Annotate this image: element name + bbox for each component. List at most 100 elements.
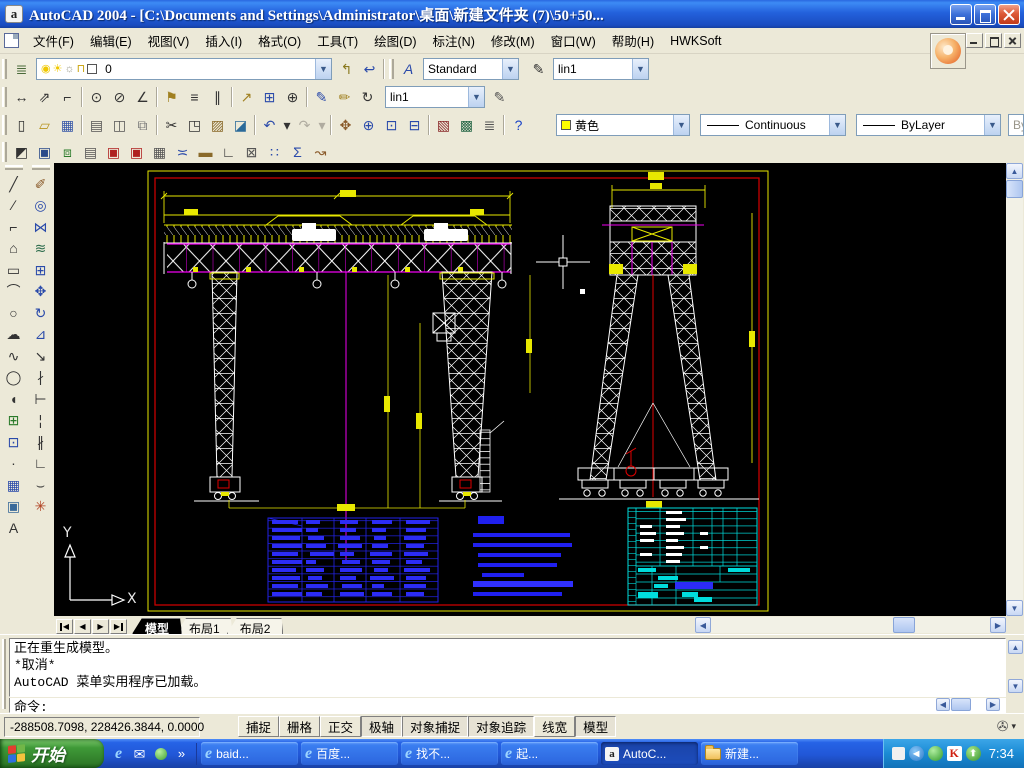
plot-preview-icon[interactable]: ◫: [108, 114, 131, 136]
radius-dimension-icon[interactable]: ⊙: [85, 86, 108, 108]
command-window-grip[interactable]: [2, 639, 6, 709]
revision-cloud-icon[interactable]: ☁: [2, 324, 25, 346]
kaspersky-icon[interactable]: K: [947, 746, 962, 761]
dim-style-dropdown-icon[interactable]: ▼: [632, 59, 648, 79]
hwk-ruler-icon[interactable]: ▬: [194, 141, 217, 163]
hwk-image-1-icon[interactable]: ▣: [102, 141, 125, 163]
mdi-restore-button[interactable]: [985, 33, 1002, 48]
continue-dimension-icon[interactable]: ∥: [206, 86, 229, 108]
toggle-otrack[interactable]: 对象追踪: [468, 716, 534, 737]
scroll-down-icon[interactable]: ▼: [1006, 600, 1023, 616]
vertical-scroll-thumb[interactable]: [1006, 180, 1023, 198]
tab-layout2[interactable]: 布局2: [227, 618, 284, 634]
layer-previous-icon[interactable]: ↩: [358, 58, 381, 80]
hwk-dim-123-icon[interactable]: ≍: [171, 141, 194, 163]
layers-manager-icon[interactable]: ≣: [10, 58, 33, 80]
cut-icon[interactable]: ✂: [160, 114, 183, 136]
linetype-control-combo[interactable]: Continuous ▼: [700, 114, 846, 136]
explode-icon[interactable]: ✳: [29, 496, 52, 518]
undo-dropdown-icon[interactable]: ▾: [281, 114, 293, 136]
dimension-style-icon[interactable]: ✎: [488, 86, 511, 108]
taskbar-button-autocad[interactable]: a AutoC...: [601, 742, 698, 765]
coordinate-display[interactable]: -288508.7098, 228426.3844, 0.0000: [4, 717, 200, 737]
help-icon[interactable]: ?: [507, 114, 530, 136]
redo-dropdown-icon[interactable]: ▾: [316, 114, 328, 136]
command-scroll-thumb[interactable]: [951, 698, 971, 711]
hwksoft-logo-button[interactable]: [930, 33, 966, 69]
last-tab-button[interactable]: ▶: [110, 619, 127, 634]
horizontal-scroll-thumb[interactable]: [893, 617, 915, 633]
break-at-point-icon[interactable]: ¦: [29, 410, 52, 432]
first-tab-button[interactable]: ◀: [56, 619, 73, 634]
layer-combo-dropdown-icon[interactable]: ▼: [315, 59, 331, 79]
offset-icon[interactable]: ≋: [29, 238, 52, 260]
publish-icon[interactable]: ⧉: [131, 114, 154, 136]
zoom-realtime-icon[interactable]: ⊕: [357, 114, 380, 136]
region-icon[interactable]: ▣: [2, 496, 25, 518]
zoom-window-icon[interactable]: ⊡: [380, 114, 403, 136]
lineweight-dropdown-icon[interactable]: ▼: [984, 115, 1000, 135]
start-button[interactable]: 开始: [0, 739, 104, 768]
taskbar-button-qi[interactable]: e 起...: [501, 742, 598, 765]
mdi-close-button[interactable]: [1004, 33, 1021, 48]
hwk-hatch-icon[interactable]: ▦: [148, 141, 171, 163]
erase-icon[interactable]: ✐: [29, 173, 52, 195]
scale-icon[interactable]: ⊿: [29, 324, 52, 346]
toggle-model-space[interactable]: 模型: [575, 716, 616, 737]
extend-icon[interactable]: ⊢: [29, 388, 52, 410]
new-file-icon[interactable]: ▯: [10, 114, 33, 136]
menu-draw[interactable]: 绘图(D): [366, 28, 424, 53]
layer-combo[interactable]: ◉ ☀ ☼ ⊓ 0 ▼: [36, 58, 332, 80]
color-control-combo[interactable]: 黄色 ▼: [556, 114, 690, 136]
tray-app-icon[interactable]: [928, 746, 943, 761]
chamfer-icon[interactable]: ∟: [29, 453, 52, 475]
menu-format[interactable]: 格式(O): [250, 28, 309, 53]
baseline-dimension-icon[interactable]: ≡: [183, 86, 206, 108]
quicklaunch-overflow-icon[interactable]: »: [171, 743, 192, 765]
diameter-dimension-icon[interactable]: ⊘: [108, 86, 131, 108]
hwk-box-icon[interactable]: ⊠: [240, 141, 263, 163]
center-mark-icon[interactable]: ⊕: [281, 86, 304, 108]
scroll-right-icon[interactable]: ▶: [990, 617, 1006, 633]
horizontal-scrollbar[interactable]: [695, 617, 1006, 633]
point-icon[interactable]: ·: [2, 453, 25, 475]
rotate-icon[interactable]: ↻: [29, 302, 52, 324]
hwk-angle-icon[interactable]: ∟: [217, 141, 240, 163]
match-properties-icon[interactable]: ◪: [229, 114, 252, 136]
hwk-note-icon[interactable]: ∷: [263, 141, 286, 163]
move-icon[interactable]: ✥: [29, 281, 52, 303]
line-icon[interactable]: ╱: [2, 173, 25, 195]
ie-quicklaunch-icon[interactable]: e: [108, 743, 129, 765]
command-scroll-left-icon[interactable]: ◀: [936, 698, 950, 711]
vertical-scrollbar[interactable]: [1006, 163, 1023, 616]
undo-icon[interactable]: ↶: [258, 114, 281, 136]
dimension-update-icon[interactable]: ↻: [356, 86, 379, 108]
zoom-previous-icon[interactable]: ⊟: [403, 114, 426, 136]
tab-layout1[interactable]: 布局1: [176, 618, 233, 634]
status-menu-arrow-icon[interactable]: ▾: [1011, 721, 1016, 732]
hide-tray-icons-chevron[interactable]: ◀: [909, 746, 924, 761]
menu-insert[interactable]: 插入(I): [197, 28, 250, 53]
scroll-up-icon[interactable]: ▲: [1006, 163, 1023, 179]
mail-quicklaunch-icon[interactable]: ✉: [129, 743, 150, 765]
array-icon[interactable]: ⊞: [29, 259, 52, 281]
taskbar-button-search[interactable]: e 找不...: [401, 742, 498, 765]
toggle-polar[interactable]: 极轴: [361, 716, 402, 737]
markup-icon[interactable]: ▧: [432, 114, 455, 136]
trim-icon[interactable]: ∤: [29, 367, 52, 389]
dimension-style-combo[interactable]: lin1 ▼: [385, 86, 485, 108]
make-object-layer-current-icon[interactable]: ↰: [335, 58, 358, 80]
menu-tools[interactable]: 工具(T): [309, 28, 366, 53]
hwk-sigma-icon[interactable]: Σ: [286, 141, 309, 163]
toolbar-grip[interactable]: [2, 115, 7, 135]
menu-modify[interactable]: 修改(M): [483, 28, 543, 53]
dimension-text-edit-icon[interactable]: ✏: [333, 86, 356, 108]
copy-icon[interactable]: ◳: [183, 114, 206, 136]
menu-help[interactable]: 帮助(H): [604, 28, 662, 53]
hatch-icon[interactable]: ▦: [2, 474, 25, 496]
toolbar-grip[interactable]: [2, 59, 7, 79]
drawing-canvas[interactable]: Y X: [54, 163, 1006, 616]
quick-leader-icon[interactable]: ↗: [235, 86, 258, 108]
tool-palettes-icon[interactable]: ≣: [478, 114, 501, 136]
command-scroll-down-icon[interactable]: ▼: [1008, 679, 1023, 693]
